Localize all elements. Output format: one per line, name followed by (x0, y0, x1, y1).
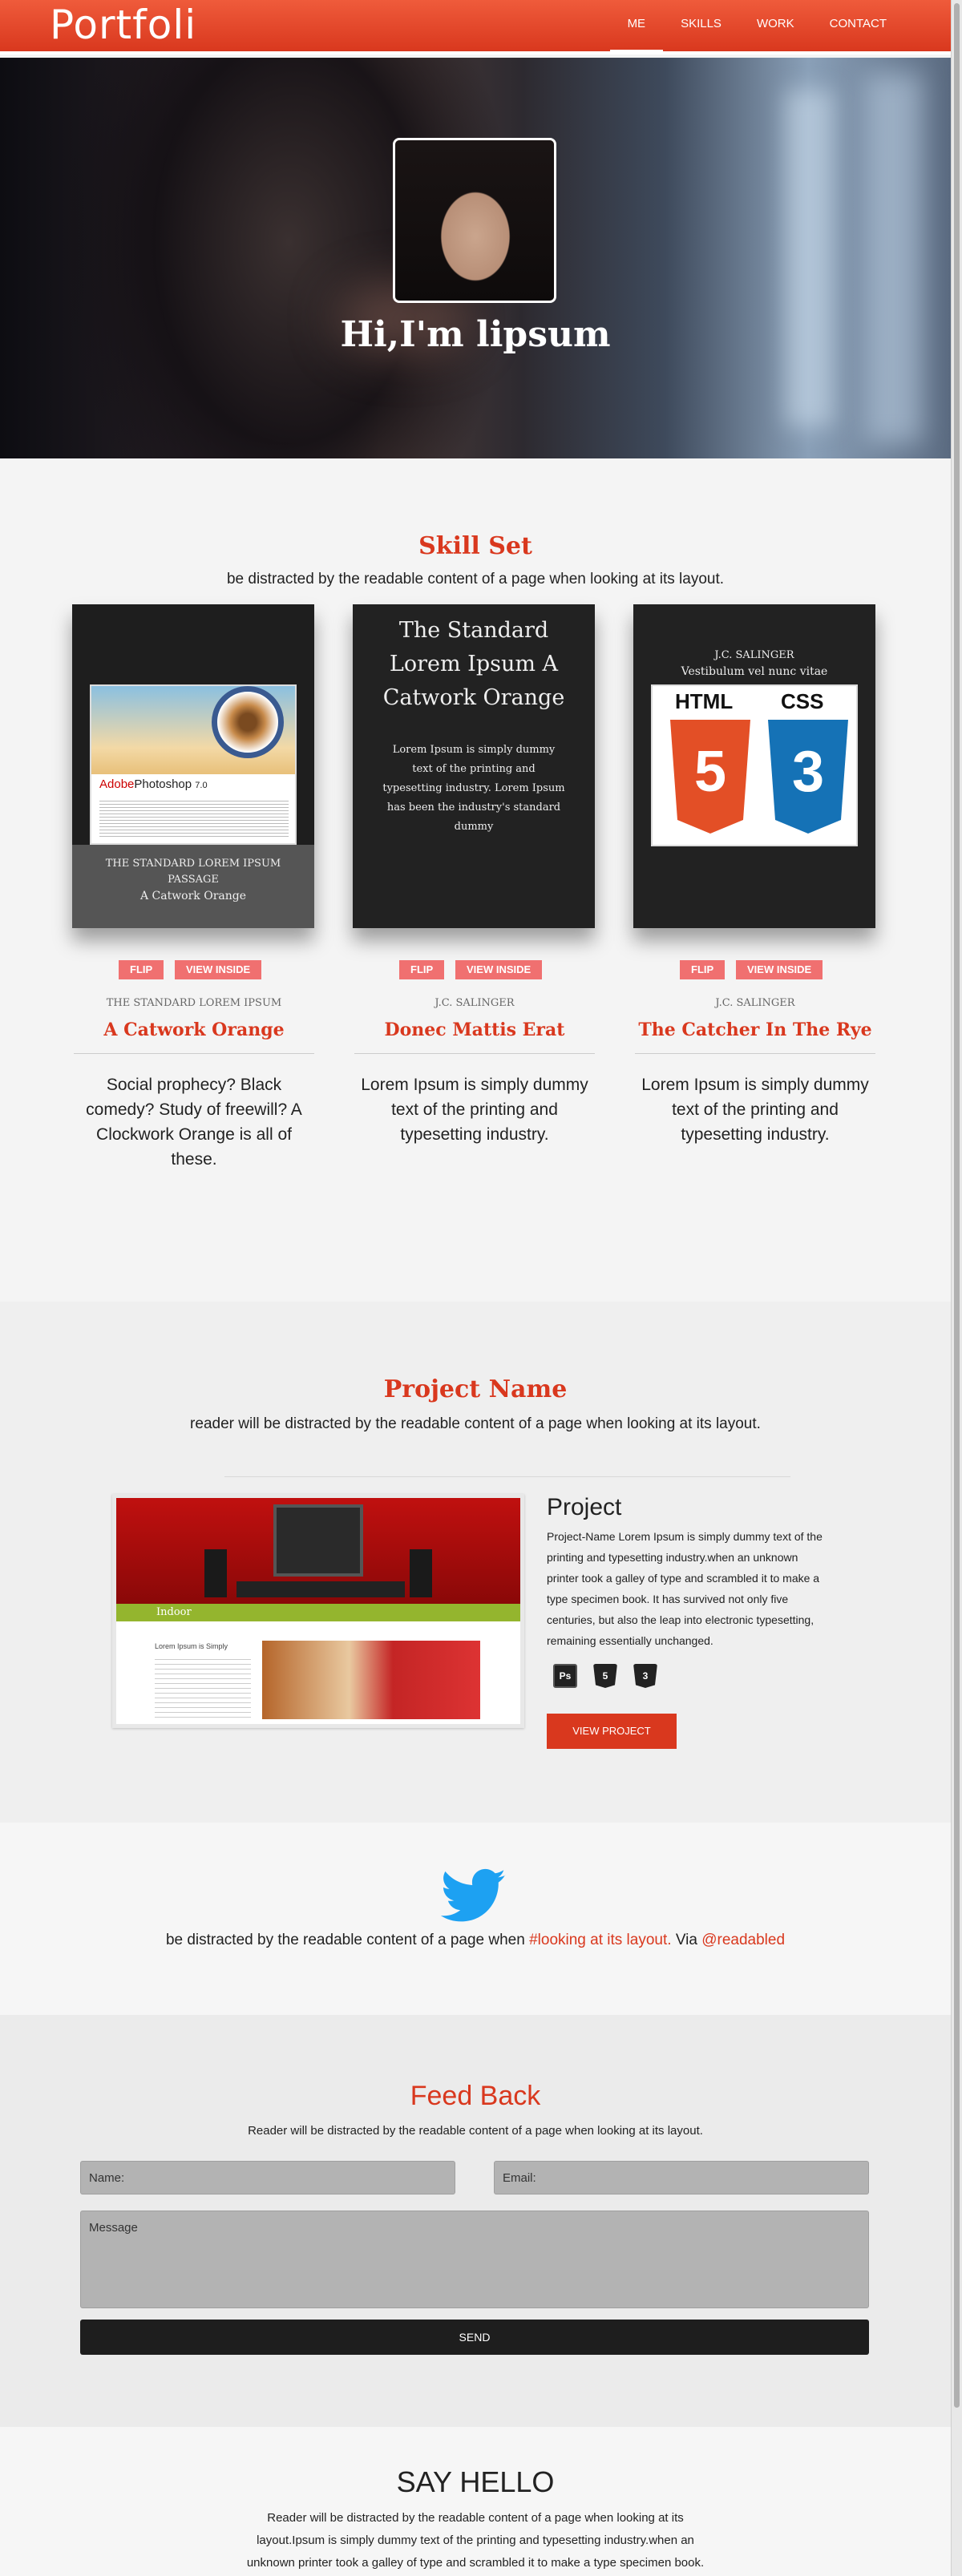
html-css-image: HTML CSS 5 3 (651, 684, 858, 846)
book-cover-line: THE STANDARD LOREM IPSUM (105, 858, 281, 870)
book-title[interactable]: The Catcher In The Rye (627, 1019, 883, 1040)
say-hello-section: SAY HELLO Reader will be distracted by t… (0, 2427, 951, 2576)
site-photo (262, 1641, 480, 1719)
html5-icon: 5 (593, 1664, 617, 1688)
divider (354, 1053, 595, 1054)
project-section: Project Name reader will be distracted b… (0, 1302, 951, 1823)
project-description: Project-Name Lorem Ipsum is simply dummy… (547, 1530, 823, 1647)
book-cover-line: PASSAGE (168, 874, 219, 886)
skills-title: Skill Set (418, 532, 532, 560)
hero-background-light (866, 74, 922, 442)
scrollbar-thumb[interactable] (954, 3, 960, 2408)
feedback-subtitle: Reader will be distracted by the readabl… (248, 2124, 703, 2138)
eye-icon (212, 686, 284, 758)
divider (635, 1053, 875, 1054)
photoshop-version: 7.0 (195, 781, 208, 790)
css3-icon: 3 (633, 1664, 657, 1688)
book-cover-2: The Standard Lorem Ipsum A Catwork Orang… (353, 604, 595, 928)
book-title[interactable]: A Catwork Orange (66, 1019, 322, 1040)
book-description: Social prophecy? Black comedy? Study of … (86, 1076, 302, 1169)
site-heading: Lorem Ipsum is Simply (155, 1642, 228, 1650)
view-inside-button[interactable]: VIEW INSIDE (736, 960, 823, 979)
feedback-section: Feed Back Reader will be distracted by t… (0, 2015, 951, 2427)
book-author: THE STANDARD LOREM IPSUM (106, 997, 282, 1009)
html-label: HTML (675, 689, 734, 713)
twitter-bird-icon[interactable] (441, 1867, 507, 1925)
view-inside-button[interactable]: VIEW INSIDE (175, 960, 262, 979)
tv-stand (236, 1581, 405, 1597)
tweet-handle[interactable]: @readabled (701, 1932, 785, 1948)
project-screenshot[interactable]: Indoor Lorem Ipsum is Simply (112, 1494, 524, 1728)
book-cover-image: AdobePhotoshop 7.0 (90, 684, 297, 845)
css3-number: 3 (792, 740, 825, 804)
say-hello-title: SAY HELLO (396, 2465, 555, 2498)
skills-section: Skill Set be distracted by the readable … (0, 458, 951, 1302)
hero-background-light (786, 90, 834, 426)
book-cover-1: AdobePhotoshop 7.0 THE STANDARD LOREM IP… (72, 604, 314, 928)
book-cover-subtitle: Vestibulum vel nunc vitae (681, 665, 828, 678)
name-input[interactable]: Name: (80, 2161, 455, 2194)
tweet-text: be distracted by the readable content of… (0, 1932, 951, 1949)
send-button[interactable]: SEND (80, 2320, 869, 2355)
photoshop-label: Photoshop (134, 777, 192, 791)
book-cover-author: J.C. SALINGER (714, 649, 794, 661)
tv-icon (273, 1504, 363, 1577)
speaker-icon (410, 1549, 432, 1597)
fine-print (99, 798, 289, 837)
project-tools: Ps 5 3 (553, 1664, 657, 1688)
divider (224, 1476, 790, 1477)
nav-item-contact[interactable]: CONTACT (812, 0, 904, 55)
hero-title: Hi,I'm lipsum (340, 314, 611, 355)
book-cover-body: Lorem Ipsum is simply dummy text of the … (382, 744, 565, 833)
divider (74, 1053, 314, 1054)
book-author: J.C. SALINGER (715, 997, 795, 1009)
email-input[interactable]: Email: (494, 2161, 869, 2194)
view-inside-button[interactable]: VIEW INSIDE (455, 960, 543, 979)
book-cover-footer: THE STANDARD LOREM IPSUM PASSAGE A Catwo… (72, 845, 314, 928)
book-cover-3: J.C. SALINGER Vestibulum vel nunc vitae … (633, 604, 875, 928)
brand-logo[interactable]: Portfoli (50, 2, 196, 48)
nav-item-me[interactable]: ME (609, 0, 664, 55)
flip-button[interactable]: FLIP (119, 960, 164, 979)
tweet-body: be distracted by the readable content of… (165, 1932, 525, 1948)
html5-number: 5 (694, 740, 727, 804)
flip-button[interactable]: FLIP (680, 960, 726, 979)
nav-item-work[interactable]: WORK (739, 0, 812, 55)
book-cover-line: A Catwork Orange (139, 890, 247, 902)
book-cover-title: The Standard Lorem Ipsum A Catwork Orang… (382, 618, 565, 710)
twitter-section: be distracted by the readable content of… (0, 1823, 951, 2015)
project-heading: Project (547, 1494, 622, 1520)
site-logo: Indoor (156, 1606, 192, 1618)
feedback-title: Feed Back (410, 2081, 541, 2111)
speaker-icon (204, 1549, 227, 1597)
main-menu: ME SKILLS WORK CONTACT (609, 0, 904, 55)
tweet-hashtag[interactable]: #looking at its layout. (529, 1932, 671, 1948)
top-navbar: Portfoli ME SKILLS WORK CONTACT (0, 0, 962, 55)
hero-banner: Hi,I'm lipsum (0, 58, 951, 458)
profile-avatar (393, 138, 556, 303)
book-description: Lorem Ipsum is simply dummy text of the … (361, 1076, 588, 1144)
view-project-button[interactable]: VIEW PROJECT (547, 1714, 677, 1749)
message-textarea[interactable]: Message (80, 2211, 869, 2308)
page-scrollbar[interactable] (951, 0, 962, 2576)
book-description: Lorem Ipsum is simply dummy text of the … (641, 1076, 869, 1144)
nav-item-skills[interactable]: SKILLS (663, 0, 739, 55)
book-author: J.C. SALINGER (435, 997, 515, 1009)
say-hello-text: Reader will be distracted by the readabl… (246, 2511, 705, 2570)
flip-button[interactable]: FLIP (399, 960, 445, 979)
project-title: Project Name (383, 1375, 568, 1403)
photoshop-icon: Ps (553, 1664, 577, 1688)
skills-subtitle: be distracted by the readable content of… (226, 571, 725, 587)
project-subtitle: reader will be distracted by the readabl… (190, 1415, 761, 1432)
site-text (155, 1655, 251, 1719)
site-navbar: Indoor (116, 1604, 520, 1621)
css-label: CSS (781, 689, 824, 713)
tv-room-image (116, 1498, 520, 1604)
tweet-via: Via (675, 1932, 697, 1948)
book-title[interactable]: Donec Mattis Erat (346, 1019, 603, 1040)
avatar-photo (395, 140, 554, 301)
adobe-label: Adobe (99, 777, 135, 791)
